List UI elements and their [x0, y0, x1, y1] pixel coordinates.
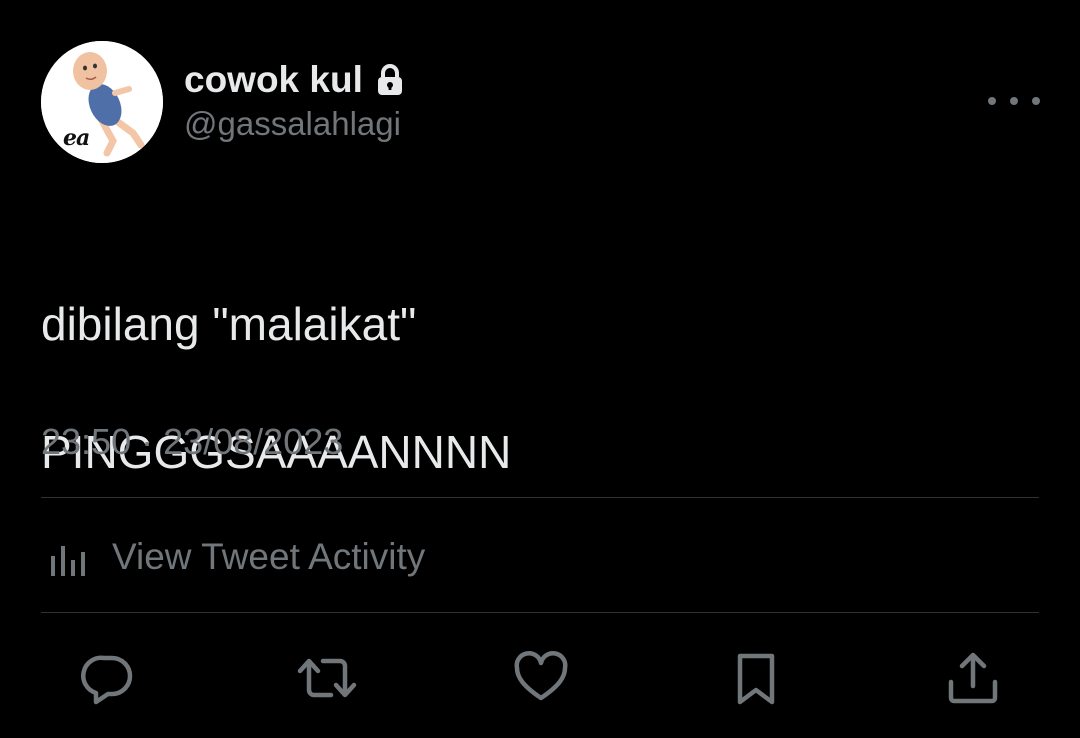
avatar[interactable]: ea [41, 41, 163, 163]
display-name-row: cowok kul [184, 58, 405, 102]
tweet-text: dibilang "malaikat" PINGGGSAAAANNNN [41, 228, 511, 548]
user-info[interactable]: cowok kul @gassalahlagi [184, 58, 405, 146]
bookmark-button[interactable] [726, 648, 786, 708]
divider [41, 497, 1039, 498]
tweet-detail: ea cowok kul @gassalahlagi dibilang "mal… [0, 0, 1080, 738]
reply-button[interactable] [78, 648, 138, 708]
tweet-text-line: dibilang "malaikat" [41, 298, 417, 350]
more-dot-icon [988, 97, 996, 105]
retweet-button[interactable] [297, 648, 357, 708]
avatar-caption: ea [63, 125, 90, 151]
more-dot-icon [1010, 97, 1018, 105]
reply-bubble-icon [81, 655, 133, 705]
divider [41, 612, 1039, 613]
avatar-baby-image [41, 41, 163, 163]
more-options-button[interactable] [988, 88, 1040, 114]
tweet-timestamp[interactable]: 23:50 · 23/08/2023 [41, 418, 343, 466]
bookmark-icon [737, 653, 775, 705]
lock-icon [375, 63, 405, 97]
view-tweet-activity-button[interactable]: View Tweet Activity [48, 530, 425, 584]
retweet-icon [297, 658, 357, 698]
like-button[interactable] [511, 648, 571, 708]
more-dot-icon [1032, 97, 1040, 105]
bar-chart-icon [48, 534, 94, 580]
display-name[interactable]: cowok kul [184, 58, 363, 102]
view-tweet-activity-label: View Tweet Activity [112, 536, 426, 577]
share-button[interactable] [943, 648, 1003, 708]
share-upload-icon [948, 652, 998, 704]
heart-icon [514, 651, 568, 701]
user-handle[interactable]: @gassalahlagi [184, 102, 405, 146]
